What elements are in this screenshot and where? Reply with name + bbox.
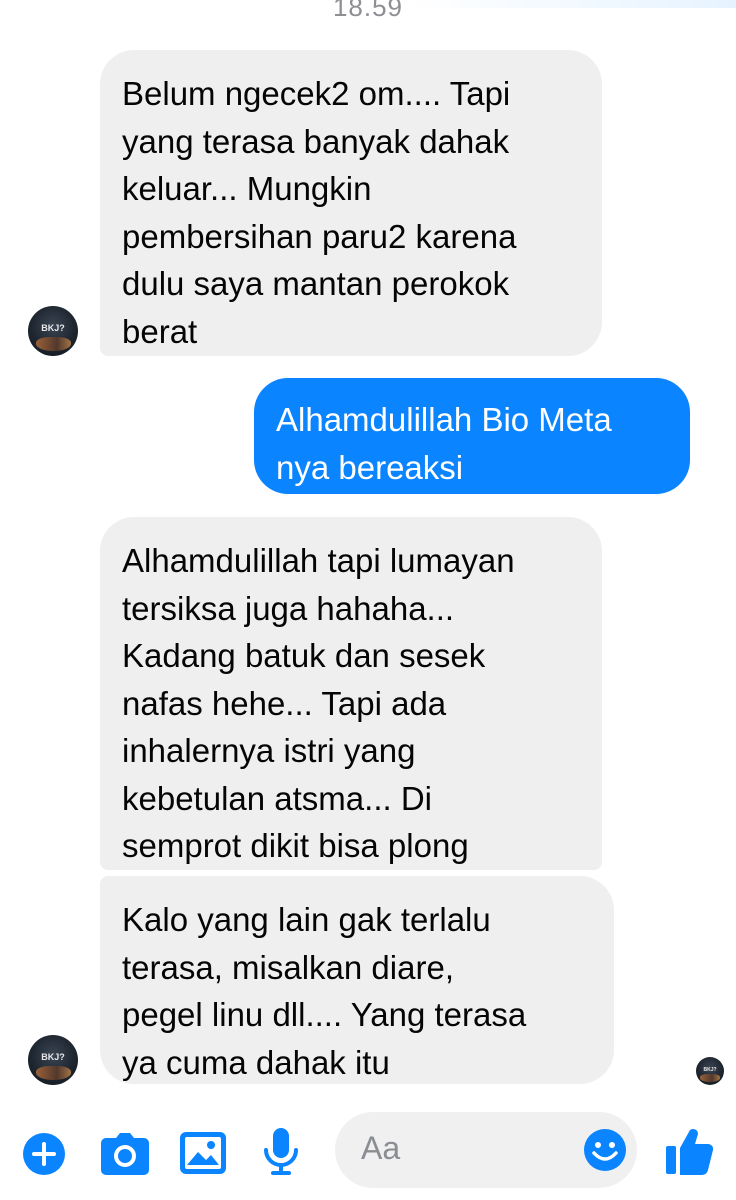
message-line: Belum ngecek2 om.... Tapi — [122, 75, 511, 112]
message-line: nafas hehe... Tapi ada — [122, 684, 447, 722]
message-line: berat — [122, 312, 198, 350]
message-line: pembersihan paru2 karena — [122, 217, 517, 255]
message-line: Kadang batuk dan sesek — [122, 637, 486, 674]
message-line: keluar... Mungkin — [122, 170, 372, 207]
incoming-message-bubble[interactable]: Alhamdulillah tapi lumayan tersiksa juga… — [100, 517, 602, 870]
gallery-icon[interactable] — [180, 1132, 226, 1174]
message-line: Kalo yang lain gak terlalu — [122, 901, 491, 938]
contact-avatar[interactable]: BKJ? — [28, 1035, 78, 1085]
message-line: Alhamdulillah tapi lumayan — [122, 542, 515, 579]
outgoing-message-bubble[interactable]: Alhamdulillah Bio Meta nya bereaksi — [254, 378, 690, 494]
message-line: semprot dikit bisa plong — [122, 827, 469, 864]
message-line: pegel linu dll.... Yang terasa — [122, 996, 527, 1033]
message-input[interactable]: Aa — [335, 1112, 637, 1188]
message-line: kebetulan atsma... Di — [122, 779, 432, 817]
contact-avatar[interactable]: BKJ? — [28, 306, 78, 356]
read-receipt-avatar: BKJ? — [696, 1057, 724, 1085]
message-timestamp: 18.59 — [332, 0, 404, 22]
incoming-message-bubble[interactable]: Belum ngecek2 om.... Tapi yang terasa ba… — [100, 50, 602, 356]
message-input-placeholder: Aa — [361, 1130, 401, 1166]
message-line: Alhamdulillah Bio Meta — [276, 401, 612, 438]
plus-icon[interactable] — [22, 1132, 66, 1176]
camera-icon[interactable] — [100, 1132, 150, 1176]
avatar-text: BKJ? — [41, 1052, 65, 1062]
message-line: ya cuma dahak itu — [122, 1043, 390, 1081]
avatar-text: BKJ? — [703, 1066, 717, 1073]
message-line: yang terasa banyak dahak — [122, 122, 510, 160]
thumbs-up-icon[interactable] — [666, 1126, 714, 1176]
avatar-text: BKJ? — [41, 323, 65, 333]
message-line: nya bereaksi — [276, 448, 464, 486]
message-line: inhalernya istri yang — [122, 732, 416, 769]
emoji-icon[interactable] — [583, 1128, 627, 1172]
microphone-icon[interactable] — [262, 1128, 300, 1176]
message-line: dulu saya mantan perokok — [122, 265, 510, 302]
message-line: terasa, misalkan diare, — [122, 948, 454, 986]
incoming-message-bubble[interactable]: Kalo yang lain gak terlalu terasa, misal… — [100, 876, 614, 1084]
message-line: tersiksa juga hahaha... — [122, 589, 455, 627]
